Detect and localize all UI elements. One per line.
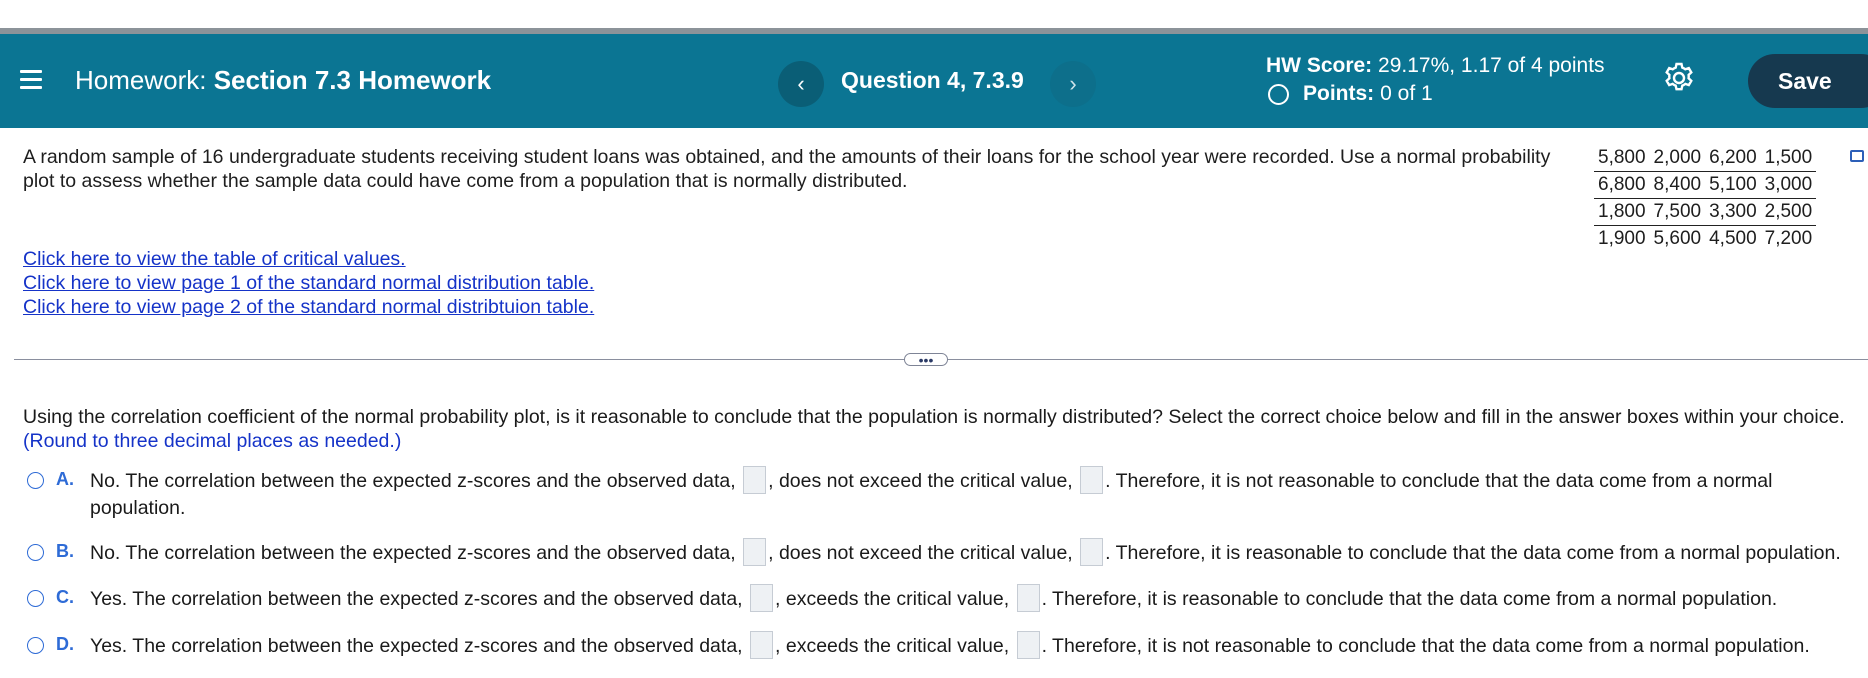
choice-letter: C. xyxy=(56,587,74,607)
choice-text-part: . Therefore, it is reasonable to conclud… xyxy=(1105,542,1841,564)
critical-value-answer-box[interactable] xyxy=(1016,630,1040,659)
choice-text-part: . Therefore, it is not reasonable to con… xyxy=(1041,635,1810,657)
choice-letter: B. xyxy=(56,541,74,561)
expand-more-button[interactable]: ••• xyxy=(904,353,948,367)
hw-score-label: HW Score: xyxy=(1266,54,1373,77)
table-cell: 1,500 xyxy=(1760,145,1817,172)
choice-text: Yes. The correlation between the expecte… xyxy=(90,583,1778,614)
homework-title-prefix: Homework: xyxy=(75,65,207,95)
radio-button[interactable] xyxy=(27,544,44,561)
menu-icon[interactable] xyxy=(20,67,44,91)
question-text: Using the correlation coefficient of the… xyxy=(23,406,1845,428)
table-cell: 8,400 xyxy=(1649,171,1706,199)
copy-data-icon[interactable] xyxy=(1850,150,1864,162)
table-cell: 5,100 xyxy=(1705,171,1761,199)
correlation-answer-box[interactable] xyxy=(743,537,767,566)
rounding-instruction: (Round to three decimal places as needed… xyxy=(23,430,402,452)
reference-links: Click here to view the table of critical… xyxy=(23,247,594,319)
normal-table-page2-link[interactable]: Click here to view page 2 of the standar… xyxy=(23,295,594,319)
question-label: Question 4, 7.3.9 xyxy=(841,67,1024,93)
table-cell: 7,500 xyxy=(1649,198,1706,226)
save-button[interactable]: Save xyxy=(1748,54,1868,108)
table-cell: 6,200 xyxy=(1705,145,1761,172)
chevron-right-icon: › xyxy=(1069,71,1077,96)
table-cell: 7,200 xyxy=(1764,228,1813,249)
table-cell: 5,600 xyxy=(1653,228,1702,249)
normal-table-page1-link[interactable]: Click here to view page 1 of the standar… xyxy=(23,271,594,295)
choice-text-part: Yes. The correlation between the expecte… xyxy=(90,635,743,657)
choice-text-part: No. The correlation between the expected… xyxy=(90,470,736,492)
critical-value-answer-box[interactable] xyxy=(1016,583,1040,612)
choice-text: Yes. The correlation between the expecte… xyxy=(90,630,1810,661)
choice-text: No. The correlation between the expected… xyxy=(90,537,1841,568)
choice-text-part: , exceeds the critical value, xyxy=(775,635,1010,657)
choice-text-continuation: population. xyxy=(90,497,186,519)
choice-letter: D. xyxy=(56,634,74,654)
table-cell: 1,900 xyxy=(1598,228,1646,249)
next-question-button[interactable]: › xyxy=(1050,61,1096,107)
chevron-left-icon: ‹ xyxy=(797,71,805,96)
radio-button[interactable] xyxy=(27,472,44,489)
table-cell: 4,500 xyxy=(1709,228,1757,249)
table-cell: 2,000 xyxy=(1649,145,1706,172)
table-cell: 2,500 xyxy=(1760,198,1817,226)
table-row: 5,800 2,000 6,200 1,500 xyxy=(1594,145,1817,172)
table-cell: 3,000 xyxy=(1760,171,1817,199)
hw-score-value: 29.17%, 1.17 of 4 points xyxy=(1378,54,1605,77)
loan-data-table: 5,800 2,000 6,200 1,500 6,800 8,400 5,10… xyxy=(1594,145,1817,253)
choice-letter: A. xyxy=(56,469,74,489)
critical-value-answer-box[interactable] xyxy=(1080,537,1104,566)
choice-text-part: , does not exceed the critical value, xyxy=(768,542,1073,564)
points-value: 0 of 1 xyxy=(1380,82,1433,105)
settings-gear-icon[interactable] xyxy=(1662,61,1696,95)
table-cell: 6,800 xyxy=(1594,171,1650,199)
table-cell: 1,800 xyxy=(1594,198,1650,226)
previous-question-button[interactable]: ‹ xyxy=(778,61,824,107)
choice-text-part: . Therefore, it is reasonable to conclud… xyxy=(1041,588,1778,610)
critical-value-answer-box[interactable] xyxy=(1080,465,1104,494)
points-label: Points: xyxy=(1303,82,1375,105)
correlation-answer-box[interactable] xyxy=(743,465,767,494)
table-cell: 5,800 xyxy=(1594,145,1650,172)
homework-title-name: Section 7.3 Homework xyxy=(213,65,492,95)
points-status: Points: 0 of 1 xyxy=(1268,82,1433,106)
choice-text-part: No. The correlation between the expected… xyxy=(90,542,736,564)
choice-text: No. The correlation between the expected… xyxy=(90,465,1773,496)
correlation-answer-box[interactable] xyxy=(750,583,774,612)
radio-button[interactable] xyxy=(27,590,44,607)
points-status-icon xyxy=(1268,83,1289,105)
homework-header: Homework: Section 7.3 Homework ‹ Questio… xyxy=(0,34,1868,128)
problem-statement: A random sample of 16 undergraduate stud… xyxy=(23,146,1551,192)
table-row: 6,800 8,400 5,100 3,000 xyxy=(1594,171,1817,199)
homework-title: Homework: Section 7.3 Homework xyxy=(75,65,491,96)
table-row: 1,900 5,600 4,500 7,200 xyxy=(1594,226,1816,253)
correlation-answer-box[interactable] xyxy=(750,630,774,659)
table-row: 1,800 7,500 3,300 2,500 xyxy=(1594,198,1817,226)
critical-values-link[interactable]: Click here to view the table of critical… xyxy=(23,247,594,271)
radio-button[interactable] xyxy=(27,637,44,654)
choice-text-part: , does not exceed the critical value, xyxy=(768,470,1073,492)
table-cell: 3,300 xyxy=(1705,198,1761,226)
browser-top-strip xyxy=(0,0,1868,28)
choice-text-part: Yes. The correlation between the expecte… xyxy=(90,588,743,610)
hw-score: HW Score: 29.17%, 1.17 of 4 points xyxy=(1266,54,1605,78)
choice-text-part: . Therefore, it is not reasonable to con… xyxy=(1105,470,1773,492)
choice-text-part: , exceeds the critical value, xyxy=(775,588,1010,610)
